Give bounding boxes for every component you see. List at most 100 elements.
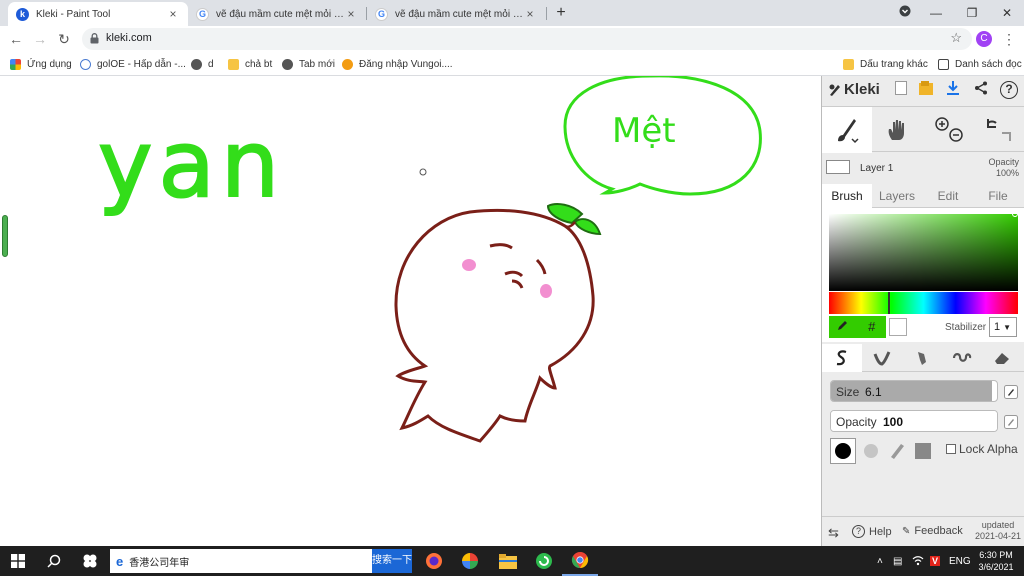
share-icon[interactable] [972,81,990,99]
sketchy-brush-button[interactable] [902,344,942,372]
task-view-icon[interactable] [72,546,108,576]
kleki-logo[interactable]: Kleki [828,81,880,98]
bookmark-label: Đăng nhập Vungoi.... [359,58,453,70]
feedback-button[interactable]: ✎ Feedback [902,525,963,537]
square-tip-icon [915,443,931,459]
tab-edit[interactable]: Edit [923,184,973,208]
tip-square-button[interactable] [910,438,936,464]
primary-color-swatch[interactable]: # [829,316,886,338]
hand-tool-button[interactable] [872,107,922,153]
layer-opacity-value: 100% [995,168,1019,178]
bookmark-d[interactable]: d [191,56,214,72]
minimize-icon[interactable]: — [926,3,946,23]
bookmark-goloe[interactable]: golOE - Hấp dẫn -... [80,56,186,72]
tab-kleki[interactable]: k Kleki - Paint Tool × [8,2,188,26]
tray-device-icon[interactable]: ▤ [893,546,902,576]
profile-avatar[interactable]: C [976,31,992,47]
layer-opacity-label: Opacity [988,157,1019,167]
bookmark-apps[interactable]: Ứng dụng [10,56,72,72]
language-indicator[interactable]: ENG [949,546,971,576]
close-tab-icon[interactable]: × [523,7,537,21]
tip-calligraphy-button[interactable] [884,438,910,464]
tray-expand-icon[interactable]: ˄ [877,546,883,576]
zoom-tool-button[interactable] [924,107,974,153]
save-icon[interactable] [917,81,935,99]
help-button[interactable]: ? Help [852,525,892,538]
tab-layers[interactable]: Layers [872,184,922,208]
tab-search-icon[interactable] [895,3,915,23]
tab-google-search-2[interactable]: G vẽ đậu mầm cute mệt mỏi - Tim × [367,2,545,26]
opacity-pressure-icon[interactable] [1004,415,1018,429]
chalk-tip-icon [864,444,878,458]
file-explorer-icon[interactable] [490,546,526,576]
close-tab-icon[interactable]: × [166,7,180,21]
brush-tool-button[interactable] [822,107,872,153]
hue-slider[interactable] [829,292,1018,314]
globe-icon [282,58,293,70]
kleki-favicon-icon: k [16,7,29,21]
pen-brush-button[interactable] [822,344,862,372]
eraser-button[interactable] [982,344,1022,372]
close-window-icon[interactable]: ✕ [997,3,1017,23]
bean-blush-right [540,284,552,298]
windows-start-icon[interactable] [0,546,36,576]
green-app-icon[interactable] [526,546,562,576]
drawing-canvas[interactable]: yan Mệt [0,76,821,546]
tip-circle-button[interactable] [830,438,856,464]
circle-tip-icon [835,443,851,459]
saturation-value-box[interactable] [829,214,1018,291]
url-bar[interactable]: kleki.com ☆ [82,28,972,50]
taskbar-clock[interactable]: 6:30 PM 3/6/2021 [974,549,1018,573]
canvas-side-handle[interactable] [2,215,8,257]
hue-marker[interactable] [888,292,890,314]
current-layer-row[interactable]: Layer 1 Opacity 100% [822,154,1024,182]
tab-brush[interactable]: Brush [822,184,872,208]
tray-wifi-icon[interactable] [912,546,924,576]
swap-side-icon[interactable]: ⇆ [828,525,839,541]
bookmark-tab-moi[interactable]: Tab mới [282,56,335,72]
bookmark-cha-bt[interactable]: chả bt [228,56,272,72]
undo-redo-button[interactable] [974,107,1024,153]
search-icon[interactable] [36,546,72,576]
bookmark-other[interactable]: Dấu trang khác [843,56,928,72]
reload-icon[interactable]: ↻ [54,29,74,49]
taskbar-search-button[interactable]: 搜索一下 [372,549,412,573]
size-slider[interactable]: Size 6.1 [830,380,998,402]
tip-chalk-button[interactable] [858,438,884,464]
shape-brush-icon [952,353,972,362]
restore-icon[interactable]: ❐ [962,3,982,23]
lock-alpha-toggle[interactable]: Lock Alpha [946,442,1018,456]
browser-menu-icon[interactable]: ⋮ [1001,29,1017,49]
eyedropper-icon[interactable] [829,316,858,338]
lock-alpha-checkbox[interactable] [946,444,956,454]
tray-antivirus-icon[interactable]: V [930,546,941,576]
new-image-icon[interactable] [892,81,910,99]
tab-google-search-1[interactable]: G vẽ đậu mầm cute mệt mỏi - Goo × [188,2,366,26]
bookmark-vungoi[interactable]: Đăng nhập Vungoi.... [342,56,453,72]
taskbar-search-text: 香港公司年审 [129,557,190,569]
taskbar-search-input[interactable]: e 香港公司年审 [110,549,372,573]
shape-brush-button[interactable] [942,344,982,372]
close-tab-icon[interactable]: × [344,7,358,21]
new-tab-button[interactable]: + [552,4,570,22]
chrome-icon[interactable] [562,546,598,576]
stabilizer-select[interactable]: 1 ▼ [989,317,1017,337]
opacity-slider[interactable]: Opacity 100 [830,410,998,432]
bean-blush-left [462,259,476,271]
clock-time: 6:30 PM [979,550,1013,560]
firefox-icon[interactable] [416,546,452,576]
hex-input-button[interactable]: # [858,316,887,338]
help-circle-icon[interactable]: ? [1000,81,1018,99]
bookmark-star-icon[interactable]: ☆ [950,30,962,46]
download-icon[interactable] [944,81,962,99]
colorful-app-icon[interactable] [452,546,488,576]
back-arrow-icon[interactable]: ← [6,29,26,49]
tab-file[interactable]: File [973,184,1023,208]
bookmark-reading-list[interactable]: Danh sách đọc [938,56,1022,72]
bookmark-label: Dấu trang khác [860,58,928,70]
secondary-color-swatch[interactable] [889,318,907,336]
size-pressure-icon[interactable] [1004,385,1018,399]
blend-brush-button[interactable] [862,344,902,372]
sv-cursor[interactable] [1012,211,1018,217]
forward-arrow-icon[interactable]: → [30,29,50,49]
